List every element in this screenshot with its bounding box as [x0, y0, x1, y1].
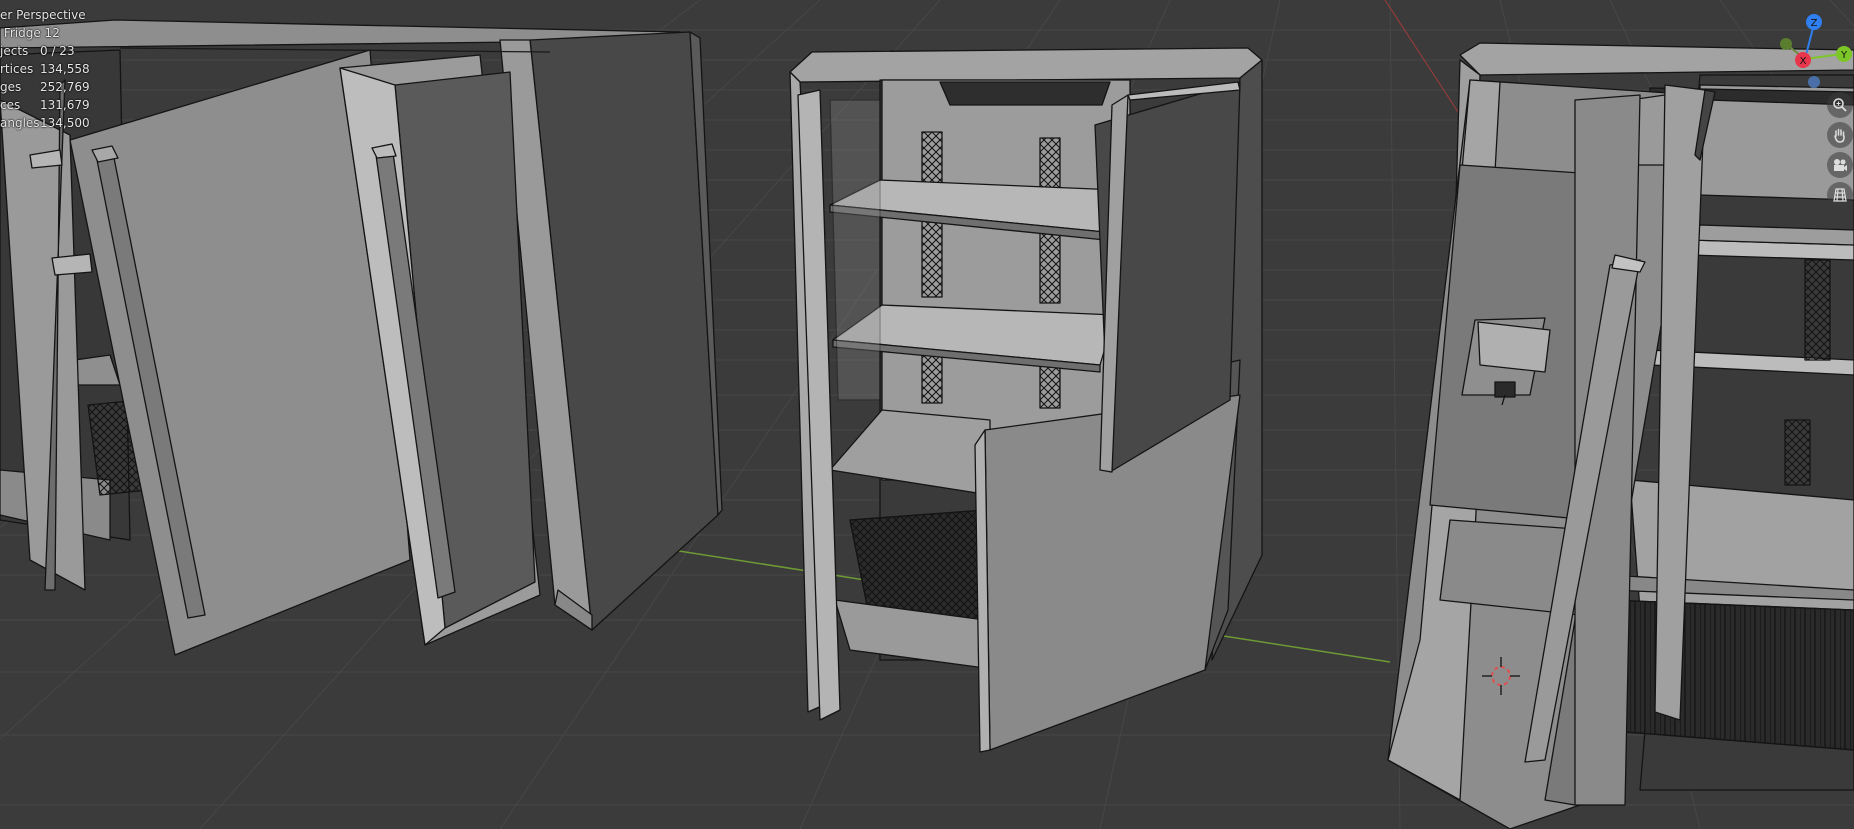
viewport-overlay-stats: er Perspective Fridge 12 jects 0 / 23 rti…: [0, 6, 90, 132]
z-axis-handle[interactable]: Z: [1806, 14, 1822, 30]
neg-z-axis-handle[interactable]: [1808, 76, 1820, 88]
stat-value: 0 / 23: [40, 44, 75, 58]
y-axis-handle[interactable]: Y: [1836, 46, 1852, 62]
collection-object-name: Fridge 12: [3, 26, 60, 40]
zoom-icon: [1833, 98, 1847, 112]
stat-row-triangles: angles 134,500: [0, 114, 90, 132]
stat-value: 252,769: [40, 80, 90, 94]
pan-button[interactable]: [1827, 122, 1853, 148]
stat-row-objects: jects 0 / 23: [0, 42, 90, 60]
navigation-gizmo[interactable]: Z Y X: [1770, 14, 1854, 94]
svg-text:X: X: [1800, 56, 1807, 67]
stat-label: ges: [0, 80, 22, 94]
svg-text:Y: Y: [1840, 50, 1848, 61]
3d-viewport[interactable]: er Perspective Fridge 12 jects 0 / 23 rti…: [0, 0, 1854, 829]
stat-row-vertices: rtices 134,558: [0, 60, 90, 78]
neg-y-axis-handle[interactable]: [1780, 38, 1792, 50]
middle-fridge[interactable]: [789, 47, 1263, 753]
stat-label: jects: [0, 44, 29, 58]
stat-row-faces: ces 131,679: [0, 96, 90, 114]
left-fridge[interactable]: [0, 19, 723, 656]
svg-text:Z: Z: [1811, 18, 1818, 29]
stat-value: 131,679: [40, 98, 90, 112]
x-axis-line: [1384, 0, 1461, 116]
perspective-toggle-button[interactable]: [1827, 182, 1853, 208]
stat-label: rtices: [0, 62, 34, 76]
stat-row-edges: ges 252,769: [0, 78, 90, 96]
camera-icon: [1834, 159, 1847, 171]
x-axis-handle[interactable]: X: [1795, 52, 1811, 68]
hand-pan-icon: [1834, 128, 1845, 143]
stat-value: 134,558: [40, 62, 90, 76]
stat-value: 134,500: [40, 116, 90, 130]
stat-label: angles: [0, 116, 40, 130]
camera-view-button[interactable]: [1827, 152, 1853, 178]
grid-perspective-icon: [1833, 188, 1847, 202]
zoom-button[interactable]: [1827, 92, 1853, 118]
scene-canvas[interactable]: [0, 0, 1854, 829]
view-name: er Perspective: [0, 8, 86, 22]
stat-label: ces: [0, 98, 21, 112]
right-fridge[interactable]: [1387, 42, 1854, 829]
